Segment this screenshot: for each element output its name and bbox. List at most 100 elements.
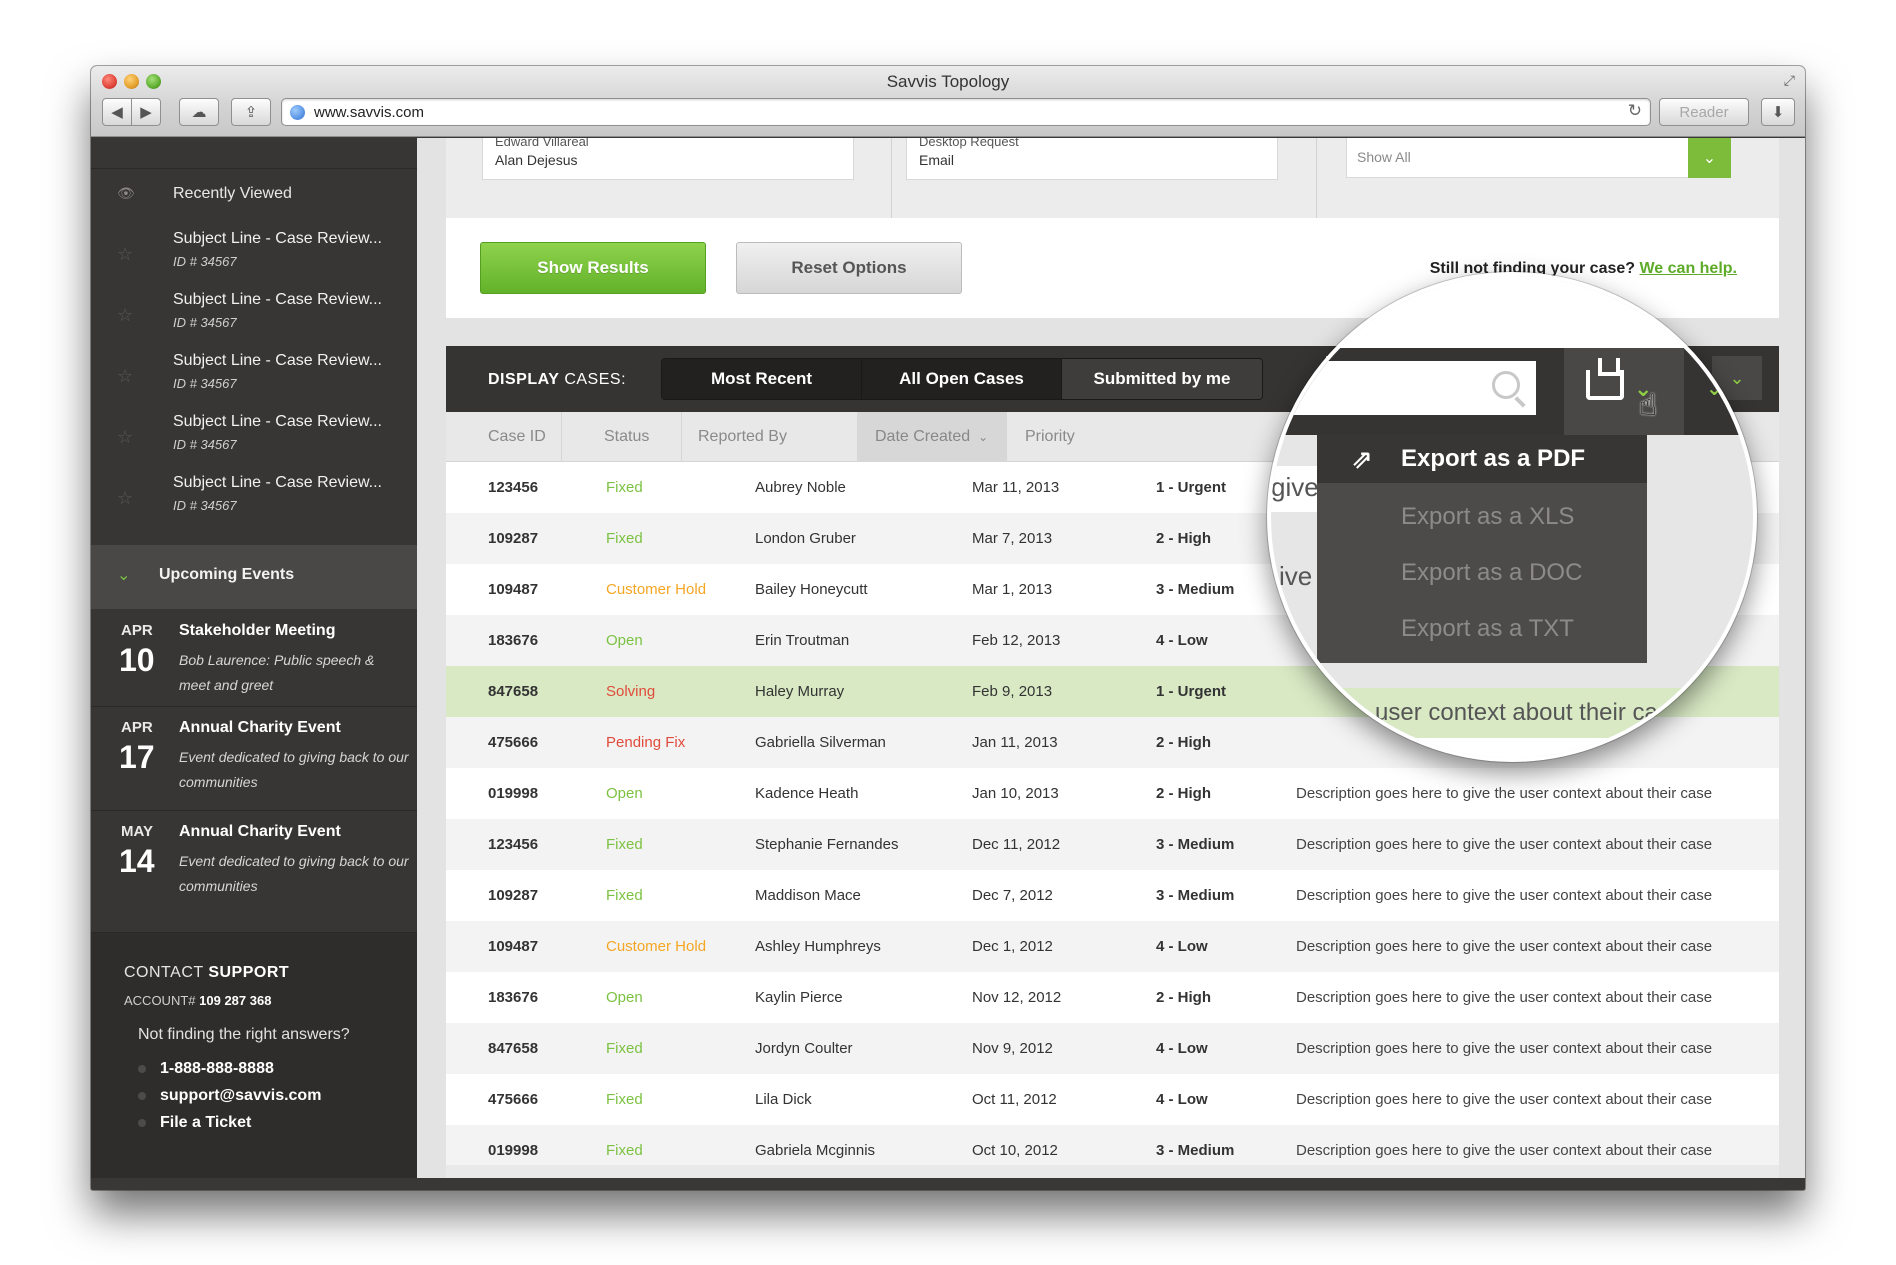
reported-by-cell: Gabriella Silverman (755, 734, 886, 751)
table-row[interactable]: 123456 Fixed Stephanie Fernandes Dec 11, 20… (446, 819, 1779, 870)
magnified-search-input[interactable] (1271, 361, 1536, 415)
date-created-cell: Jan 10, 2013 (972, 785, 1059, 802)
recent-item-title: Subject Line - Case Review... (173, 413, 382, 430)
forward-button[interactable]: ▶ (131, 98, 161, 126)
priority-cell: 4 - Low (1156, 1091, 1208, 1108)
reset-options-button[interactable]: Reset Options (736, 242, 962, 294)
col-status[interactable]: Status (562, 412, 682, 462)
date-created-cell: Mar 7, 2013 (972, 530, 1053, 547)
star-icon[interactable]: ☆ (117, 488, 133, 509)
magnified-row-desc: Descrie user context about their case (1287, 699, 1684, 726)
col-priority[interactable]: Priority (1007, 412, 1127, 462)
reporter-option-2[interactable]: Alan Dejesus (495, 152, 578, 168)
star-icon[interactable]: ☆ (117, 427, 133, 448)
type-option-2[interactable]: Email (919, 152, 954, 168)
description-cell: Description goes here to give the user c… (1296, 938, 1713, 955)
recent-item[interactable]: ☆ Subject Line - Case Review... ID # 34567 (91, 224, 417, 284)
event-item[interactable]: MAY 14 Annual Charity Event Event dedicated… (91, 811, 417, 933)
star-icon[interactable]: ☆ (117, 366, 133, 387)
recent-item[interactable]: ☆ Subject Line - Case Review... ID # 34567 (91, 468, 417, 528)
table-row[interactable]: 109287 Fixed Maddison Mace Dec 7, 2012 3 - M… (446, 870, 1779, 921)
recent-item-title: Subject Line - Case Review... (173, 291, 382, 308)
case-id-cell: 123456 (488, 836, 539, 853)
downloads-button[interactable]: ⬇ (1761, 98, 1795, 126)
select-value: Show All (1357, 149, 1411, 165)
back-button[interactable]: ◀ (102, 98, 132, 126)
share-button[interactable]: ⇪ (231, 98, 271, 126)
reader-button[interactable]: Reader (1659, 98, 1749, 126)
magnified-row-fragment: give (1271, 472, 1319, 502)
table-row[interactable]: 847658 Fixed Jordyn Coulter Nov 9, 2012 4 - … (446, 1023, 1779, 1074)
export-doc-option[interactable]: Export as a DOC (1317, 549, 1647, 597)
case-id-cell: 183676 (488, 632, 539, 649)
status-cell: Fixed (606, 887, 643, 904)
show-all-select[interactable]: Show All ⌄ (1346, 138, 1731, 178)
event-day: 17 (119, 739, 155, 775)
we-can-help-link[interactable]: We can help. (1639, 260, 1737, 277)
status-cell: Customer Hold (606, 938, 707, 955)
reported-by-cell: Haley Murray (755, 683, 845, 700)
star-icon[interactable]: ☆ (117, 244, 133, 265)
reporter-filter-box[interactable]: Edward Villareal Alan Dejesus (482, 138, 854, 180)
col-reported-by[interactable]: Reported By (682, 412, 858, 462)
export-tray-icon (1586, 358, 1624, 400)
contact-support-panel: CONTACT SUPPORT ACCOUNT# 109 287 368 Not… (91, 933, 417, 1178)
show-results-button[interactable]: Show Results (480, 242, 706, 294)
export-txt-option[interactable]: Export as a TXT (1317, 605, 1647, 653)
reporter-option-1[interactable]: Edward Villareal (495, 138, 589, 149)
sidebar: 👁 Recently Viewed ☆ Subject Line - Case R… (91, 138, 417, 1178)
address-bar[interactable]: www.savvis.com ↻ (281, 98, 1651, 126)
date-created-cell: Feb 12, 2013 (972, 632, 1061, 649)
event-title: Annual Charity Event (179, 719, 341, 736)
case-id-cell: 109487 (488, 938, 539, 955)
status-cell: Pending Fix (606, 734, 686, 751)
type-option-1[interactable]: Desktop Request (919, 138, 1019, 149)
support-email-link[interactable]: support@savvis.com (138, 1087, 321, 1105)
upcoming-events-header[interactable]: ⌄ Upcoming Events (91, 545, 417, 609)
export-button[interactable]: ⌄ (1564, 348, 1684, 435)
recent-item[interactable]: ☆ Subject Line - Case Review... ID # 34567 (91, 346, 417, 406)
icloud-tabs-button[interactable]: ☁ (179, 98, 219, 126)
type-filter-box[interactable]: Desktop Request Email (906, 138, 1278, 180)
table-row[interactable]: 109487 Customer Hold Ashley Humphreys Dec 1… (446, 921, 1779, 972)
priority-cell: 2 - High (1156, 785, 1211, 802)
priority-cell: 2 - High (1156, 989, 1211, 1006)
table-row[interactable]: 183676 Open Kaylin Pierce Nov 12, 2012 2 - H… (446, 972, 1779, 1023)
export-pdf-option[interactable]: ⇗ Export as a PDF (1317, 435, 1647, 483)
case-id-cell: 183676 (488, 989, 539, 1006)
export-xls-option[interactable]: Export as a XLS (1317, 493, 1647, 541)
status-cell: Solving (606, 683, 656, 700)
recent-item[interactable]: ☆ Subject Line - Case Review... ID # 34567 (91, 285, 417, 345)
support-phone-link[interactable]: 1-888-888-8888 (138, 1060, 274, 1078)
chevron-down-icon[interactable]: ⌄ (1688, 138, 1731, 178)
event-item[interactable]: APR 10 Stakeholder Meeting Bob Laurence: Pu… (91, 610, 417, 707)
date-created-cell: Nov 12, 2012 (972, 989, 1062, 1006)
recently-viewed-header[interactable]: 👁 Recently Viewed (91, 168, 417, 218)
event-item[interactable]: APR 17 Annual Charity Event Event dedicated… (91, 707, 417, 811)
event-description: Event dedicated to giving back to our co… (179, 749, 409, 790)
event-month: APR (121, 719, 153, 736)
case-id-cell: 475666 (488, 1091, 539, 1108)
recent-item[interactable]: ☆ Subject Line - Case Review... ID # 34567 (91, 407, 417, 467)
event-title: Stakeholder Meeting (179, 622, 336, 639)
account-number-value: 109 287 368 (199, 993, 272, 1008)
chevron-down-icon: ⌄ (1706, 378, 1723, 400)
tab-most-recent[interactable]: Most Recent (662, 359, 862, 399)
table-row[interactable]: 475666 Fixed Lila Dick Oct 11, 2012 4 - Low D… (446, 1074, 1779, 1125)
window-title: Savvis Topology (886, 72, 1010, 91)
tab-submitted-by-me[interactable]: Submitted by me (1062, 359, 1262, 399)
fullscreen-icon[interactable]: ⤢ (1784, 72, 1795, 89)
table-row[interactable]: 019998 Open Kadence Heath Jan 10, 2013 2 - H… (446, 768, 1779, 819)
date-created-cell: Dec 11, 2012 (972, 836, 1061, 853)
reported-by-cell: Jordyn Coulter (755, 1040, 853, 1057)
magnified-row-fragment: ive (1279, 561, 1313, 591)
event-description: Event dedicated to giving back to our co… (179, 853, 409, 894)
reload-icon[interactable]: ↻ (1628, 101, 1642, 121)
case-id-cell: 123456 (488, 479, 539, 496)
tab-all-open-cases[interactable]: All Open Cases (862, 359, 1062, 399)
star-icon[interactable]: ☆ (117, 305, 133, 326)
col-case-id[interactable]: Case ID (446, 412, 562, 462)
file-ticket-link[interactable]: File a Ticket (138, 1114, 251, 1132)
download-icon: ⬇ (1771, 104, 1785, 121)
col-date-created[interactable]: Date Created ⌄ (857, 412, 1007, 462)
